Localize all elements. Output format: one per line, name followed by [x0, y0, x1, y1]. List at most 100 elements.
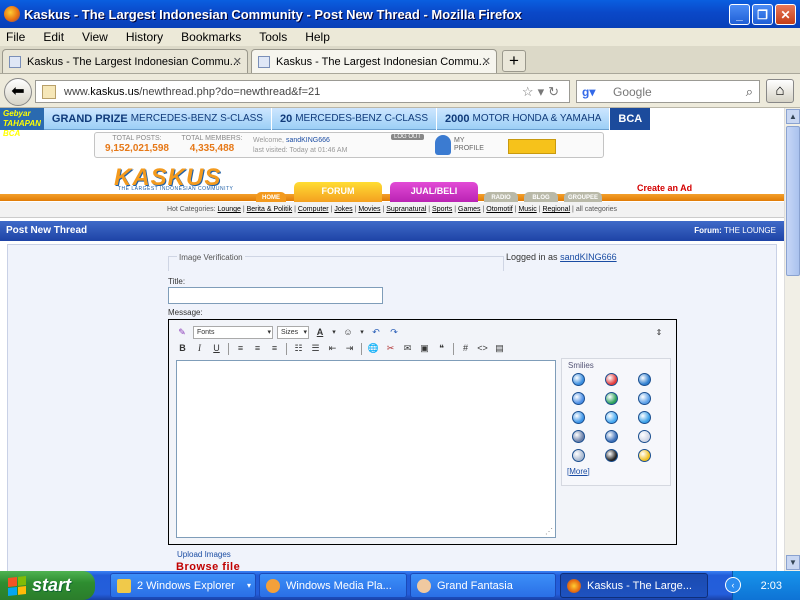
smiley-icon[interactable] — [638, 373, 651, 386]
image-icon[interactable]: ▣ — [417, 342, 432, 355]
search-icon[interactable]: ⌕ — [746, 84, 753, 100]
php-icon[interactable]: ▤ — [492, 342, 507, 355]
resize-toggle-icon[interactable]: ⇕ — [652, 326, 666, 339]
hotcat-link[interactable]: Computer — [298, 206, 329, 213]
smiley-icon[interactable] — [638, 392, 651, 405]
unlink-icon[interactable]: ✂ — [383, 342, 398, 355]
smiley-icon[interactable] — [572, 411, 585, 424]
outdent-icon[interactable]: ⇤ — [325, 342, 340, 355]
menu-view[interactable]: View — [82, 30, 108, 44]
all-categories-link[interactable]: all categories — [576, 206, 617, 213]
browser-tab-2[interactable]: Kaskus - The Largest Indonesian Commu...… — [251, 49, 497, 73]
bold-icon[interactable]: B — [175, 342, 190, 355]
address-bar[interactable]: www. kaskus.us/newthread.php?do=newthread… — [35, 80, 570, 103]
hash-icon[interactable]: # — [458, 342, 473, 355]
chevron-down-icon[interactable]: ▾ — [359, 326, 365, 339]
smiley-icon[interactable] — [605, 449, 618, 462]
message-textarea[interactable]: ⋰ — [176, 360, 556, 538]
start-button[interactable]: start — [0, 571, 95, 600]
menu-bookmarks[interactable]: Bookmarks — [181, 30, 241, 44]
taskbar-item-explorer[interactable]: 2 Windows Explorer ▾ — [110, 573, 256, 598]
search-box[interactable]: g▾ Google ⌕ — [576, 80, 760, 103]
logout-button[interactable]: LOG OUT — [391, 134, 425, 140]
resize-handle-icon[interactable]: ⋰ — [545, 527, 553, 536]
hotcat-link[interactable]: Otomotif — [486, 206, 512, 213]
smiley-icon[interactable] — [572, 430, 585, 443]
taskbar-item-media-player[interactable]: Windows Media Pla... — [259, 573, 407, 598]
quick-search-input[interactable] — [508, 139, 556, 154]
smiley-icon[interactable] — [605, 430, 618, 443]
show-hidden-icons-icon[interactable]: ‹ — [725, 577, 741, 593]
smiley-icon[interactable] — [638, 449, 651, 462]
hotcat-link[interactable]: Sports — [432, 206, 452, 213]
maximize-button[interactable]: ❐ — [752, 4, 773, 25]
hotcat-link[interactable]: Movies — [358, 206, 380, 213]
smiley-icon[interactable] — [638, 411, 651, 424]
ad-banner[interactable]: Gebyar TAHAPAN BCA GRAND PRIZE MERCEDES-B… — [0, 108, 651, 138]
taskbar-item-grand-fantasia[interactable]: Grand Fantasia — [410, 573, 556, 598]
indent-icon[interactable]: ⇥ — [342, 342, 357, 355]
quote-icon[interactable]: ❝ — [434, 342, 449, 355]
font-select[interactable]: Fonts — [193, 326, 273, 339]
underline-icon[interactable]: U — [209, 342, 224, 355]
smiley-icon[interactable] — [605, 373, 618, 386]
menu-edit[interactable]: Edit — [43, 30, 64, 44]
bookmark-star-icon[interactable]: ☆▾↻ — [522, 84, 563, 100]
tab-close-icon[interactable]: ✕ — [233, 55, 242, 68]
scroll-down-icon[interactable]: ▼ — [786, 555, 800, 570]
nav-jualbeli[interactable]: JUAL/BELI — [390, 182, 478, 204]
hotcat-link[interactable]: Jokes — [334, 206, 352, 213]
chevron-down-icon[interactable]: ▾ — [331, 326, 337, 339]
undo-icon[interactable]: ↶ — [369, 326, 383, 339]
menu-file[interactable]: File — [6, 30, 25, 44]
ordered-list-icon[interactable]: ☷ — [291, 342, 306, 355]
smiley-icon[interactable] — [572, 373, 585, 386]
hotcat-link[interactable]: Supranatural — [386, 206, 426, 213]
page-scrollbar[interactable]: ▲ ▼ — [784, 108, 800, 571]
email-icon[interactable]: ✉ — [400, 342, 415, 355]
smiley-icon[interactable] — [605, 392, 618, 405]
code-icon[interactable]: <> — [475, 342, 490, 355]
minimize-button[interactable]: _ — [729, 4, 750, 25]
hotcat-link[interactable]: Regional — [542, 206, 570, 213]
align-right-icon[interactable]: ≡ — [267, 342, 282, 355]
link-icon[interactable]: 🌐 — [366, 342, 381, 355]
scroll-thumb[interactable] — [786, 126, 800, 276]
window-titlebar[interactable]: Kaskus - The Largest Indonesian Communit… — [0, 0, 800, 28]
taskbar-item-firefox[interactable]: Kaskus - The Large... — [560, 573, 708, 598]
text-color-icon[interactable]: A — [313, 326, 327, 339]
size-select[interactable]: Sizes — [277, 326, 309, 339]
align-left-icon[interactable]: ≡ — [233, 342, 248, 355]
smiley-icon[interactable] — [572, 449, 585, 462]
smiley-icon[interactable] — [638, 430, 651, 443]
redo-icon[interactable]: ↷ — [387, 326, 401, 339]
smiley-menu-icon[interactable]: ☺ — [341, 326, 355, 339]
switch-mode-icon[interactable]: ✎ — [175, 326, 189, 339]
browser-tab-1[interactable]: Kaskus - The Largest Indonesian Commu...… — [2, 49, 248, 73]
title-input[interactable] — [168, 287, 383, 304]
nav-forum[interactable]: FORUM — [294, 182, 382, 204]
unordered-list-icon[interactable]: ☰ — [308, 342, 323, 355]
google-icon[interactable]: g▾ — [582, 85, 595, 99]
more-smilies-link[interactable]: More — [569, 467, 587, 476]
new-tab-button[interactable]: + — [502, 50, 526, 72]
logged-in-user-link[interactable]: sandKING666 — [560, 252, 617, 262]
smiley-icon[interactable] — [572, 392, 585, 405]
menu-tools[interactable]: Tools — [259, 30, 287, 44]
menu-history[interactable]: History — [126, 30, 163, 44]
hotcat-link[interactable]: Music — [518, 206, 536, 213]
browse-file-button[interactable]: Browse file — [176, 561, 240, 571]
home-button[interactable]: ⌂ — [766, 79, 794, 103]
hotcat-link[interactable]: Games — [458, 206, 481, 213]
tab-close-icon[interactable]: ✕ — [482, 55, 491, 68]
hotcat-link[interactable]: Berita & Politik — [247, 206, 293, 213]
site-identity-icon[interactable] — [42, 84, 56, 99]
username-link[interactable]: sandKING666 — [286, 137, 330, 144]
my-profile-link[interactable]: MY PROFILE — [435, 135, 484, 155]
back-button[interactable]: ⬅ — [4, 78, 32, 106]
italic-icon[interactable]: I — [192, 342, 207, 355]
scroll-up-icon[interactable]: ▲ — [786, 109, 800, 124]
close-button[interactable]: ✕ — [775, 4, 796, 25]
menu-help[interactable]: Help — [305, 30, 330, 44]
create-ad-link[interactable]: Create an Ad — [637, 183, 692, 193]
